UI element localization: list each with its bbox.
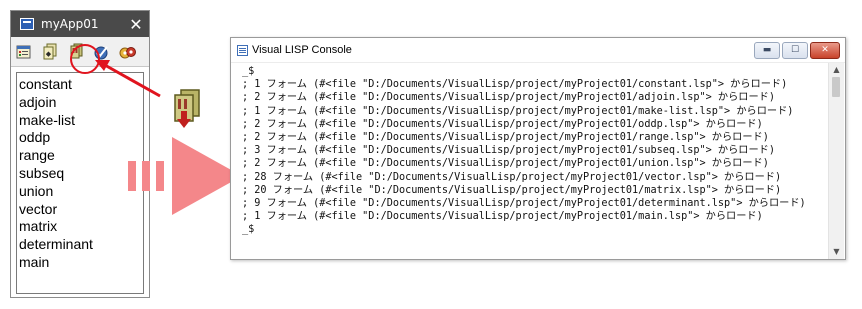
maximize-button[interactable]: ☐: [782, 41, 808, 59]
list-item[interactable]: matrix: [19, 218, 143, 236]
console-title: Visual LISP Console: [252, 44, 352, 56]
close-button[interactable]: ✕: [810, 41, 840, 59]
list-item[interactable]: make-list: [19, 112, 143, 130]
console-line: ; 20 フォーム (#<file "D:/Documents/VisualLi…: [242, 184, 782, 196]
console-line: ; 28 フォーム (#<file "D:/Documents/VisualLi…: [242, 171, 782, 183]
minimize-button[interactable]: ▬: [754, 41, 780, 59]
close-icon[interactable]: ✕: [123, 15, 149, 34]
project-title: myApp01: [41, 17, 99, 31]
console-line: ; 1 フォーム (#<file "D:/Documents/VisualLis…: [242, 79, 788, 91]
project-title-bar[interactable]: myApp01 ✕: [11, 11, 149, 37]
console-line: ; 1 フォーム (#<file "D:/Documents/VisualLis…: [242, 211, 763, 223]
flow-arrow: [128, 137, 242, 215]
svg-text:◆: ◆: [46, 50, 52, 58]
console-line: ; 3 フォーム (#<file "D:/Documents/VisualLis…: [242, 145, 775, 157]
console-line: ; 2 フォーム (#<file "D:/Documents/VisualLis…: [242, 118, 763, 130]
vertical-scrollbar[interactable]: ▲ ▼: [828, 63, 844, 259]
list-item[interactable]: constant: [19, 76, 143, 94]
project-window-icon: [20, 18, 34, 30]
load-fas-large-icon: [174, 89, 200, 128]
list-item[interactable]: adjoin: [19, 94, 143, 112]
console-prompt[interactable]: _$: [242, 223, 829, 236]
list-item[interactable]: main: [19, 254, 143, 272]
highlight-circle: [70, 44, 100, 74]
build-project-icon[interactable]: [118, 42, 138, 62]
console-line: ; 2 フォーム (#<file "D:/Documents/VisualLis…: [242, 132, 769, 144]
console-window: Visual LISP Console ▬ ☐ ✕ _$ ; 1 フォーム (#…: [230, 37, 846, 260]
project-properties-icon[interactable]: [14, 42, 34, 62]
console-output[interactable]: _$ ; 1 フォーム (#<file "D:/Documents/Visual…: [231, 63, 829, 259]
console-line: ; 9 フォーム (#<file "D:/Documents/VisualLis…: [242, 198, 806, 210]
console-line: _$: [242, 66, 255, 77]
console-title-bar[interactable]: Visual LISP Console ▬ ☐ ✕: [231, 38, 845, 63]
console-window-icon: [237, 44, 248, 56]
list-item[interactable]: determinant: [19, 236, 143, 254]
scroll-up-icon[interactable]: ▲: [829, 63, 844, 77]
scrollbar-thumb[interactable]: [832, 77, 840, 97]
console-line: ; 2 フォーム (#<file "D:/Documents/VisualLis…: [242, 158, 769, 170]
load-source-files-icon[interactable]: ◆: [40, 42, 60, 62]
scroll-down-icon[interactable]: ▼: [829, 245, 844, 259]
console-line: ; 2 フォーム (#<file "D:/Documents/VisualLis…: [242, 92, 775, 104]
console-line: ; 1 フォーム (#<file "D:/Documents/VisualLis…: [242, 105, 794, 117]
